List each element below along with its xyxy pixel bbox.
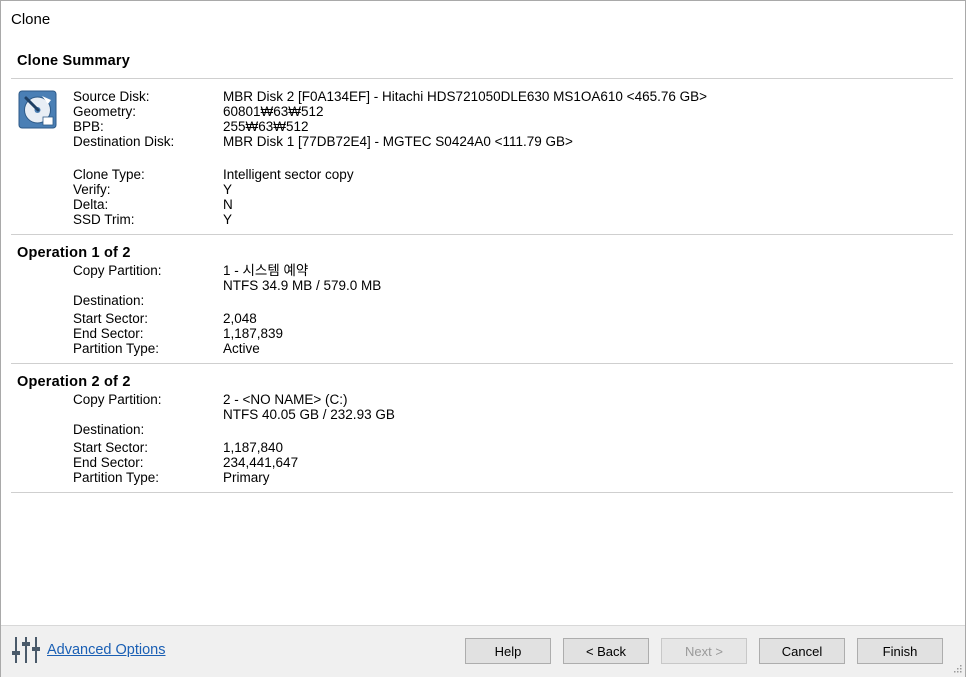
partition-type-value: Primary [223,470,270,485]
clone-dialog: Clone Clone Summary Source Disk: MBR Dis… [0,0,966,677]
help-button[interactable]: Help [465,638,551,664]
partition-type-label: Partition Type: [73,470,160,485]
end-sector-label: End Sector: [73,455,144,470]
back-button[interactable]: < Back [563,638,649,664]
start-sector-label: Start Sector: [73,311,149,326]
start-sector-value: 2,048 [223,311,257,326]
verify-value: Y [223,182,233,197]
hard-disk-icon [18,90,57,129]
next-button[interactable]: Next > [661,638,747,664]
copy-partition-detail: NTFS 40.05 GB / 232.93 GB [223,407,395,422]
bpb-value: 255₩63₩512 [223,119,309,134]
end-sector-value: 1,187,839 [223,326,284,341]
destination-disk-label: Destination Disk: [73,134,175,149]
source-disk-value: MBR Disk 2 [F0A134EF] - Hitachi HDS72105… [223,89,707,104]
copy-partition-value: 2 - <NO NAME> (C:) [223,392,348,407]
sliders-icon[interactable] [12,635,40,665]
operation-2-heading: Operation 2 of 2 [17,374,131,390]
ssd-trim-label: SSD Trim: [73,212,135,227]
destination-label: Destination: [73,422,145,437]
resize-grip-icon[interactable] [952,663,962,673]
copy-partition-detail: NTFS 34.9 MB / 579.0 MB [223,278,382,293]
clone-type-label: Clone Type: [73,167,145,182]
bpb-label: BPB: [73,119,104,134]
clone-type-value: Intelligent sector copy [223,167,354,182]
advanced-options-link[interactable]: Advanced Options [47,642,166,658]
divider [11,78,953,79]
copy-partition-value: 1 - 시스템 예약 [223,263,309,278]
cancel-button[interactable]: Cancel [759,638,845,664]
source-disk-label: Source Disk: [73,89,150,104]
divider [11,363,953,364]
copy-partition-label: Copy Partition: [73,263,162,278]
window-title: Clone [11,11,51,28]
copy-partition-label: Copy Partition: [73,392,162,407]
start-sector-label: Start Sector: [73,440,149,455]
finish-button[interactable]: Finish [857,638,943,664]
destination-disk-value: MBR Disk 1 [77DB72E4] - MGTEC S0424A0 <1… [223,134,573,149]
clone-summary-heading: Clone Summary [17,53,130,69]
end-sector-label: End Sector: [73,326,144,341]
operation-1-heading: Operation 1 of 2 [17,245,131,261]
partition-type-label: Partition Type: [73,341,160,356]
divider [11,492,953,493]
verify-label: Verify: [73,182,111,197]
start-sector-value: 1,187,840 [223,440,284,455]
geometry-label: Geometry: [73,104,137,119]
geometry-value: 60801₩63₩512 [223,104,324,119]
delta-value: N [223,197,233,212]
partition-type-value: Active [223,341,260,356]
end-sector-value: 234,441,647 [223,455,299,470]
destination-label: Destination: [73,293,145,308]
divider [11,234,953,235]
ssd-trim-value: Y [223,212,233,227]
delta-label: Delta: [73,197,109,212]
